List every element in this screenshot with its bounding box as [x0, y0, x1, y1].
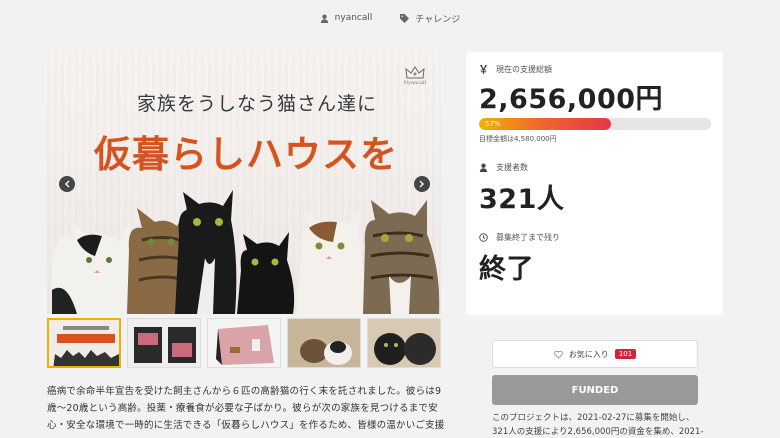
funded-label-row: 現在の支援総額	[479, 64, 710, 75]
favorite-count-badge: 101	[614, 349, 637, 359]
author-link[interactable]: nyancall	[320, 10, 373, 26]
funded-label: 現在の支援総額	[496, 65, 552, 74]
funding-stats-card: 現在の支援総額 2,656,000円 57% 目標金額は4,580,000円 支…	[466, 52, 723, 315]
thumbnail-4-image	[288, 319, 360, 367]
favorite-label: お気に入り	[568, 349, 609, 359]
tag-icon	[400, 13, 410, 23]
hero-image: Nyancall 家族をうしなう猫さん達に 仮暮らしハウスを	[47, 52, 441, 314]
thumbnail-2[interactable]	[127, 318, 201, 368]
thumbnail-1-image	[49, 320, 119, 366]
brand-logo: Nyancall	[401, 62, 429, 90]
chevron-right-icon	[419, 180, 424, 188]
yen-icon	[479, 65, 488, 74]
thumbnail-1[interactable]	[47, 318, 121, 368]
project-description: 癌病で余命半年宣告を受けた飼主さんから６匹の高齢猫の行く末を託されました。彼らは…	[47, 386, 445, 431]
cat-white-brown	[297, 210, 365, 314]
hero-subtitle: 家族をうしなう猫さん達に	[136, 93, 377, 115]
funded-button[interactable]: FUNDED	[492, 375, 698, 405]
project-meta: nyancall チャレンジ	[0, 10, 780, 26]
clock-icon	[479, 233, 488, 242]
cat-white-black	[52, 220, 135, 314]
chevron-left-icon	[65, 180, 70, 188]
goal-amount: 目標金額は4,580,000円	[479, 135, 557, 143]
heart-icon	[554, 350, 563, 359]
funded-amount: 2,656,000円	[479, 84, 664, 115]
crown-icon	[405, 66, 425, 79]
carousel-next-button[interactable]	[414, 176, 430, 192]
user-icon	[479, 163, 488, 172]
thumbnail-3[interactable]	[207, 318, 281, 368]
thumbnail-3-image	[208, 319, 280, 367]
project-summary-note: このプロジェクトは、2021-02-27に募集を開始し、321人の支援により2,…	[492, 413, 704, 437]
cat-tabby-right	[363, 200, 440, 314]
cats-illustration	[52, 190, 440, 314]
thumbnail-5-image	[368, 319, 440, 367]
funding-progress-bar: 57%	[479, 118, 711, 130]
thumbnail-5[interactable]	[367, 318, 441, 368]
cat-black-left	[175, 190, 237, 314]
remaining-label-row: 募集終了まで残り	[479, 232, 710, 243]
remaining-value: 終了	[479, 254, 534, 285]
author-name: nyancall	[334, 13, 373, 23]
brand-text: Nyancall	[403, 80, 427, 86]
thumbnail-2-image	[128, 319, 200, 367]
remaining-label: 募集終了まで残り	[496, 233, 560, 242]
category-link[interactable]: チャレンジ	[400, 10, 460, 26]
thumbnail-4[interactable]	[287, 318, 361, 368]
thumbnail-strip	[47, 318, 441, 370]
progress-percent: 57%	[485, 120, 501, 128]
cat-black-center	[237, 232, 295, 314]
carousel-prev-button[interactable]	[59, 176, 75, 192]
supporters-label-row: 支援者数	[479, 162, 710, 173]
supporters-label: 支援者数	[496, 163, 528, 172]
hero-title: 仮暮らしハウスを	[94, 133, 398, 176]
favorite-button[interactable]: お気に入り 101	[492, 340, 698, 368]
category-name: チャレンジ	[415, 14, 461, 25]
supporters-count: 321人	[479, 184, 565, 215]
user-icon	[320, 14, 328, 23]
